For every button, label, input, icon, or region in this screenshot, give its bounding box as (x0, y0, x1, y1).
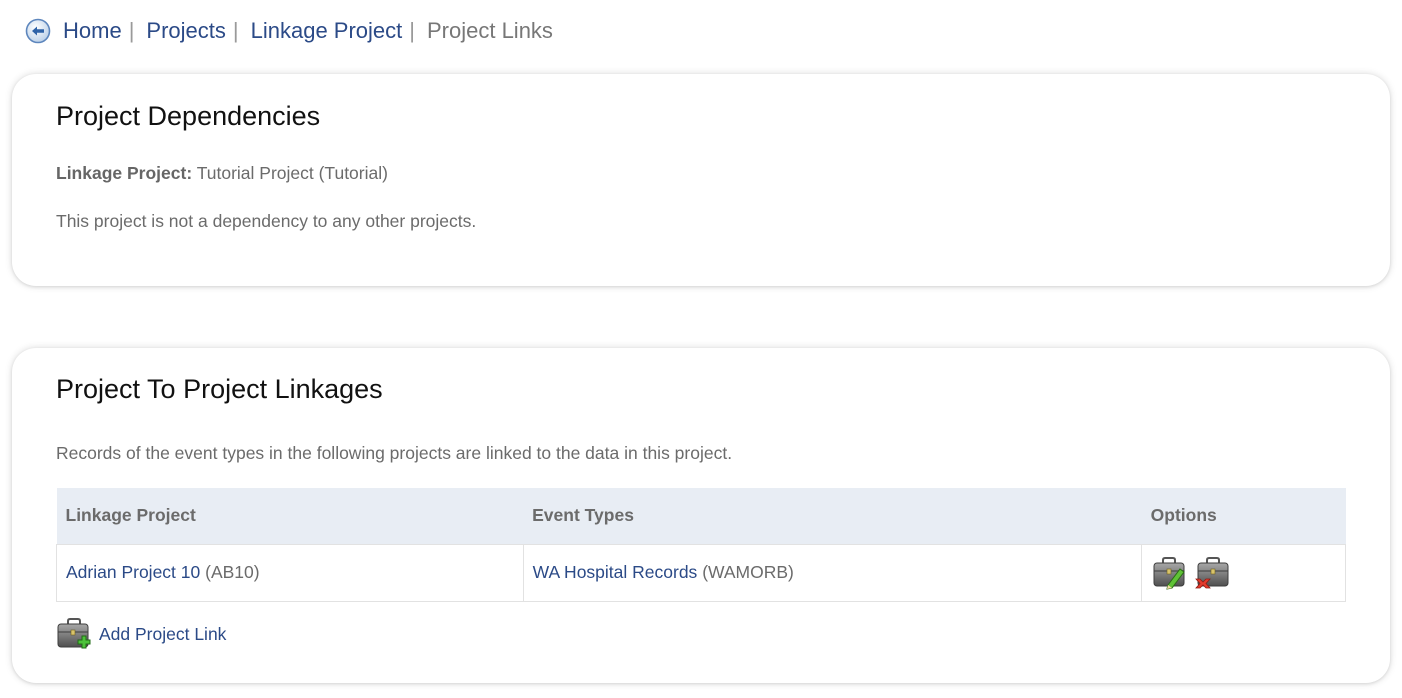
project-dependencies-card: Project Dependencies Linkage Project: Tu… (12, 74, 1390, 286)
event-type-code: (WAMORB) (702, 562, 794, 582)
linkage-project-value: Tutorial Project (Tutorial) (196, 163, 388, 183)
briefcase-edit-icon[interactable] (1151, 555, 1187, 591)
project-linkages-card: Project To Project Linkages Records of t… (12, 348, 1390, 683)
add-project-link-label: Add Project Link (99, 623, 227, 644)
breadcrumb-linkage-project-link[interactable]: Linkage Project (251, 18, 403, 44)
column-header-options: Options (1141, 488, 1346, 544)
table-row: Adrian Project 10 (AB10) WA Hospital Rec… (56, 543, 1346, 602)
linkage-project-code: (AB10) (205, 562, 260, 582)
dependency-message: This project is not a dependency to any … (56, 211, 477, 231)
project-dependencies-title: Project Dependencies (56, 101, 321, 131)
breadcrumb-current: Project Links (426, 18, 553, 43)
linkage-project-cell: Adrian Project 10 (AB10) (56, 543, 524, 602)
event-type-link[interactable]: WA Hospital Records (533, 562, 698, 582)
column-header-linkage-project: Linkage Project (56, 488, 524, 544)
linkage-project-label: Linkage Project: (56, 163, 193, 183)
options-cell (1141, 543, 1346, 602)
breadcrumb-separator: | (232, 18, 239, 43)
breadcrumb-home-link[interactable]: Home (63, 18, 122, 44)
linkages-table: Linkage Project Event Types Options Adri… (56, 488, 1346, 602)
linkage-project-info: Linkage Project: Tutorial Project (Tutor… (56, 163, 388, 184)
breadcrumb-separator: | (128, 18, 135, 43)
briefcase-add-icon (56, 616, 92, 652)
column-header-event-types: Event Types (523, 488, 1142, 544)
project-linkages-title: Project To Project Linkages (56, 374, 383, 404)
briefcase-delete-icon[interactable] (1195, 555, 1231, 591)
linkages-description: Records of the event types in the follow… (56, 443, 733, 463)
add-project-link-button[interactable]: Add Project Link (56, 616, 226, 652)
breadcrumb: Home | Projects | Linkage Project | Proj… (25, 16, 553, 46)
linkage-project-link[interactable]: Adrian Project 10 (66, 562, 200, 582)
breadcrumb-separator: | (409, 18, 415, 43)
breadcrumb-projects-link[interactable]: Projects (146, 18, 225, 44)
event-types-cell: WA Hospital Records (WAMORB) (522, 543, 1143, 602)
table-header-row: Linkage Project Event Types Options (56, 488, 1346, 544)
back-arrow-icon[interactable] (25, 18, 51, 44)
